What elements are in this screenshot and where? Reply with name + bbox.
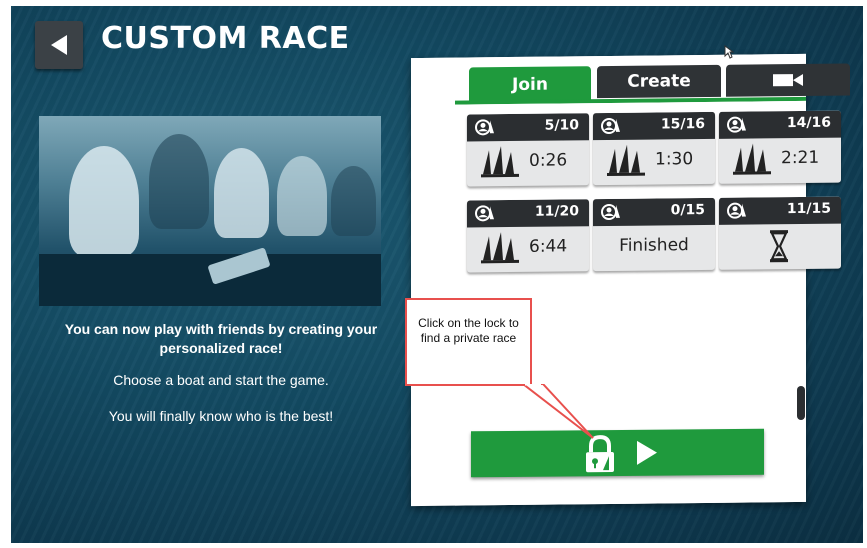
hourglass-icon xyxy=(769,229,789,267)
boats-icon xyxy=(481,232,521,270)
player-count: 14/16 xyxy=(786,114,831,132)
tab-create[interactable]: Create xyxy=(597,64,721,99)
race-status: 1:30 xyxy=(655,149,694,170)
boats-icon xyxy=(733,143,773,181)
race-status: Finished xyxy=(619,235,689,256)
instruction-text: Choose a boat and start the game. xyxy=(113,372,329,388)
race-card[interactable]: 11/15 xyxy=(719,196,841,270)
group-icon xyxy=(475,118,495,140)
race-card[interactable]: 11/20 6:44 xyxy=(467,199,589,273)
players-photo xyxy=(39,116,381,306)
player-count: 0/15 xyxy=(670,201,705,219)
callout-pointer xyxy=(521,384,594,439)
group-icon xyxy=(601,117,621,139)
back-button[interactable] xyxy=(35,21,83,69)
group-icon xyxy=(727,116,747,138)
boats-icon xyxy=(481,146,521,184)
tutorial-callout: Click on the lock to find a private race xyxy=(405,298,532,386)
race-status: 2:21 xyxy=(781,147,820,169)
race-card[interactable]: 0/15 Finished xyxy=(593,197,715,272)
race-card[interactable]: 5/10 0:26 xyxy=(467,113,589,187)
player-count: 11/15 xyxy=(786,200,831,218)
intro-text: You can now play with friends by creatin… xyxy=(64,321,378,356)
play-icon xyxy=(635,440,659,470)
race-card[interactable]: 15/16 1:30 xyxy=(593,111,715,186)
tab-join[interactable]: Join xyxy=(469,66,591,104)
race-status: 0:26 xyxy=(529,150,568,171)
group-icon xyxy=(727,202,747,224)
player-count: 5/10 xyxy=(544,117,579,134)
tab-spectate[interactable] xyxy=(726,63,850,97)
tagline-text: You will finally know who is the best! xyxy=(108,408,334,424)
mouse-cursor-icon xyxy=(724,45,734,59)
callout-text: Click on the lock to find a private race xyxy=(418,316,519,345)
camera-icon xyxy=(773,73,803,87)
player-count: 11/20 xyxy=(534,203,579,220)
back-arrow-icon xyxy=(51,35,67,55)
race-status: 6:44 xyxy=(529,236,568,257)
group-icon xyxy=(601,203,621,225)
scrollbar[interactable] xyxy=(797,386,805,420)
game-background: CUSTOM RACE You can now play with friend… xyxy=(11,6,863,543)
boats-icon xyxy=(607,144,647,183)
page-title: CUSTOM RACE xyxy=(101,21,350,56)
race-card[interactable]: 14/16 2:21 xyxy=(719,110,841,184)
player-count: 15/16 xyxy=(660,115,705,133)
group-icon xyxy=(475,204,495,226)
